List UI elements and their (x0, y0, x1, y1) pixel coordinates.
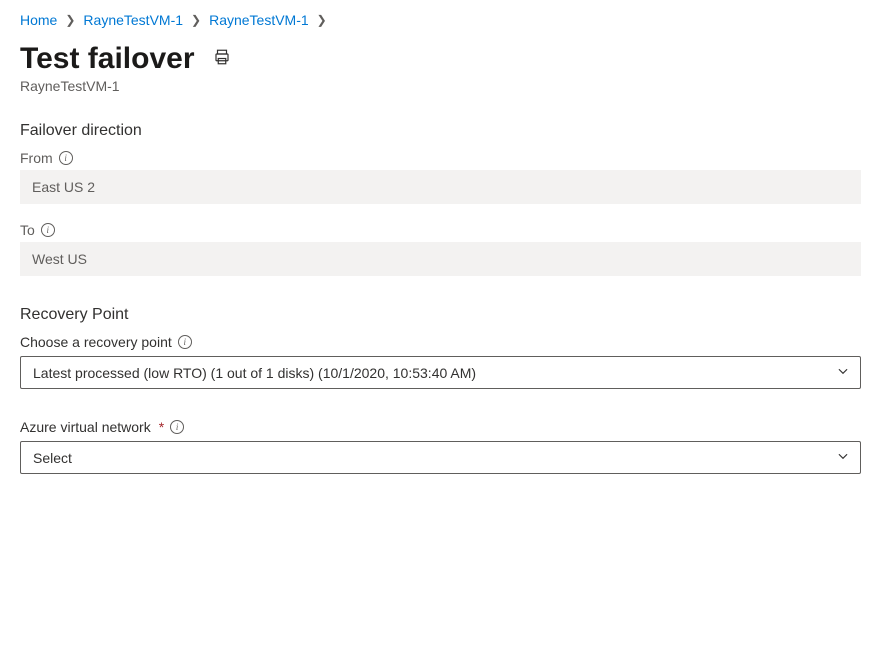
page-subtitle: RayneTestVM-1 (20, 78, 861, 94)
chevron-right-icon: ❯ (65, 13, 75, 27)
breadcrumb: Home ❯ RayneTestVM-1 ❯ RayneTestVM-1 ❯ (20, 12, 861, 28)
to-label-row: To i (20, 222, 861, 238)
info-icon[interactable]: i (170, 420, 184, 434)
required-indicator: * (159, 419, 164, 435)
virtual-network-label: Azure virtual network (20, 419, 151, 435)
recovery-point-selected: Latest processed (low RTO) (1 out of 1 d… (33, 365, 476, 381)
virtual-network-label-row: Azure virtual network * i (20, 419, 861, 435)
breadcrumb-item-2[interactable]: RayneTestVM-1 (209, 12, 309, 28)
recovery-point-heading: Recovery Point (20, 306, 861, 324)
print-icon[interactable] (213, 48, 231, 71)
chevron-right-icon: ❯ (317, 13, 327, 27)
choose-recovery-point-label: Choose a recovery point (20, 334, 172, 350)
choose-recovery-point-label-row: Choose a recovery point i (20, 334, 861, 350)
failover-direction-heading: Failover direction (20, 122, 861, 140)
breadcrumb-home[interactable]: Home (20, 12, 57, 28)
page-title: Test failover (20, 42, 195, 76)
chevron-down-icon (836, 449, 850, 466)
breadcrumb-item-1[interactable]: RayneTestVM-1 (83, 12, 183, 28)
info-icon[interactable]: i (59, 151, 73, 165)
from-value: East US 2 (20, 170, 861, 204)
recovery-point-dropdown[interactable]: Latest processed (low RTO) (1 out of 1 d… (20, 356, 861, 389)
info-icon[interactable]: i (41, 223, 55, 237)
chevron-right-icon: ❯ (191, 13, 201, 27)
chevron-down-icon (836, 364, 850, 381)
page-header: Test failover (20, 42, 861, 76)
info-icon[interactable]: i (178, 335, 192, 349)
to-label: To (20, 222, 35, 238)
from-label-row: From i (20, 150, 861, 166)
virtual-network-selected: Select (33, 450, 72, 466)
from-label: From (20, 150, 53, 166)
to-value: West US (20, 242, 861, 276)
virtual-network-dropdown[interactable]: Select (20, 441, 861, 474)
